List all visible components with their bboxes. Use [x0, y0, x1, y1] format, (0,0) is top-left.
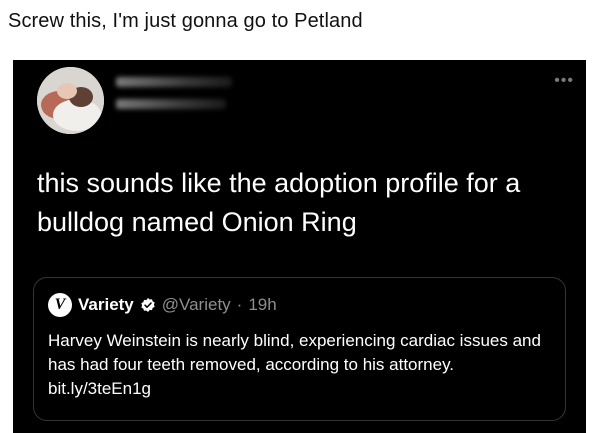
variety-logo-icon[interactable]: V	[48, 293, 72, 317]
avatar[interactable]	[37, 67, 104, 134]
quoted-tweet-text: Harvey Weinstein is nearly blind, experi…	[48, 331, 541, 398]
quoted-time[interactable]: 19h	[248, 295, 276, 315]
blurred-name	[116, 75, 236, 115]
verified-badge-icon	[141, 298, 155, 312]
quoted-tweet[interactable]: V Variety @Variety · 19h Harvey Weinstei…	[33, 277, 566, 421]
meta-separator: ·	[236, 295, 243, 314]
quoted-handle[interactable]: @Variety	[162, 295, 231, 315]
more-horizontal-icon[interactable]: •••	[554, 72, 574, 90]
quoted-tweet-header: V Variety @Variety · 19h	[48, 293, 277, 317]
tweet-card[interactable]: ••• this sounds like the adoption profil…	[13, 60, 586, 433]
quoted-author-name[interactable]: Variety	[78, 295, 134, 315]
tweet-text: this sounds like the adoption profile fo…	[37, 168, 521, 237]
caption-text: Screw this, I'm just gonna go to Petland	[8, 10, 363, 32]
